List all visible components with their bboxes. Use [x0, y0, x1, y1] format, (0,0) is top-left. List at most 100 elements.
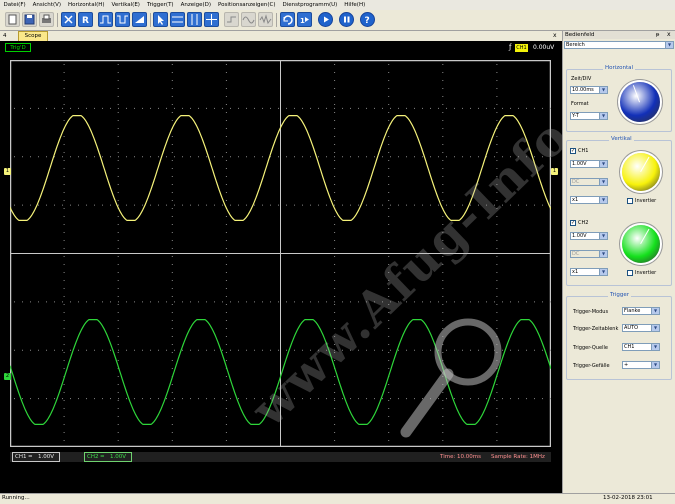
datetime-text: 13-02-2018 23:01 — [603, 495, 653, 501]
ch1-enable-checkbox[interactable]: ✓ — [570, 148, 576, 154]
trigger-zeitablenk-label: Trigger-Zeitablenk — [573, 326, 619, 332]
pause-icon[interactable] — [339, 12, 354, 27]
zoom-fit-icon[interactable] — [61, 12, 76, 27]
menu-item-1[interactable]: Ansicht(V) — [29, 2, 64, 8]
ch2-volts-select[interactable]: 1.00V ▼ — [570, 232, 608, 240]
ch2-probe-select[interactable]: x1 ▼ — [570, 268, 608, 276]
ch1-coupling-symbol: = — [28, 454, 33, 460]
ch1-name: CH1 — [15, 454, 27, 460]
vertical-cursor-icon[interactable] — [187, 12, 202, 27]
trigger-edge-icon: ƒ — [509, 43, 512, 51]
panel-close-icon[interactable]: x — [667, 31, 671, 39]
sine-wave-icon[interactable] — [241, 12, 256, 27]
ch2-invert-label: Invertier — [635, 270, 657, 276]
ch2-name: CH2 — [87, 454, 99, 460]
horizontal-group-title: Horizontal — [603, 65, 636, 71]
trigger-quelle-select[interactable]: CH1 ▼ — [622, 343, 660, 351]
run-status-text: Running... — [2, 495, 30, 501]
horizontal-cursor-icon[interactable] — [170, 12, 185, 27]
pulse-fall-icon[interactable] — [115, 12, 130, 27]
menu-item-7[interactable]: Dienstprogramm(U) — [279, 2, 341, 8]
toolbar: R 1 ? — [0, 10, 675, 31]
ch2-scale-readout: 1.00V — [110, 454, 127, 460]
menu-item-2[interactable]: Horizontal(H) — [65, 2, 109, 8]
ch1-label: CH1 — [578, 148, 589, 154]
ch1-offset-marker[interactable]: 1 — [4, 168, 11, 175]
dropdown-arrow-icon: ▼ — [599, 113, 607, 119]
pin-icon[interactable]: ᵽ — [656, 31, 659, 39]
ch2-coupling-symbol: = — [100, 454, 105, 460]
magnifier-watermark-icon — [400, 318, 502, 438]
menu-item-5[interactable]: Anzeige(D) — [177, 2, 214, 8]
play-icon[interactable] — [318, 12, 333, 27]
ch2-volts-knob[interactable] — [622, 225, 660, 263]
trigger-gefaelle-select[interactable]: + ▼ — [622, 361, 660, 369]
timebase-knob[interactable] — [620, 82, 660, 122]
tab-strip — [0, 31, 562, 41]
auto-set-icon[interactable] — [280, 12, 295, 27]
format-label: Format — [571, 101, 589, 107]
trigger-modus-select[interactable]: Flanke ▼ — [622, 307, 660, 315]
ch1-probe-select[interactable]: x1 ▼ — [570, 196, 608, 204]
trigger-zeitablenk-select[interactable]: AUTO ▼ — [622, 324, 660, 332]
panel-title: Bedienfeld — [565, 32, 595, 38]
ch1-invert-checkbox[interactable] — [627, 198, 633, 204]
trigger-gefaelle-label: Trigger-Gefälle — [573, 363, 610, 369]
new-file-icon[interactable] — [5, 12, 20, 27]
ch2-offset-marker[interactable]: 2 — [4, 373, 11, 380]
cross-cursor-icon[interactable] — [204, 12, 219, 27]
dropdown-arrow-icon: ▼ — [599, 179, 607, 185]
panel-mode-select[interactable]: Bereich ▼ — [564, 41, 674, 49]
trigger-quelle-label: Trigger-Quelle — [573, 345, 608, 351]
dropdown-arrow-icon: ▼ — [651, 325, 659, 331]
noise-wave-icon[interactable] — [258, 12, 273, 27]
step-wave-icon[interactable] — [224, 12, 239, 27]
menu-item-6[interactable]: Positionsanzeigen(C) — [215, 2, 279, 8]
zeitdiv-select[interactable]: 10.00ms ▼ — [570, 86, 608, 94]
menu-item-8[interactable]: Hilfe(H) — [341, 2, 369, 8]
trigger-modus-label: Trigger-Modus — [573, 309, 609, 315]
ramp-icon[interactable] — [132, 12, 147, 27]
single-shot-icon[interactable]: 1 — [297, 12, 312, 27]
zeitdiv-label: Zeit/DIV — [571, 76, 592, 82]
save-icon[interactable] — [22, 12, 37, 27]
ch1-invert-label: Invertier — [635, 198, 657, 204]
menu-item-3[interactable]: Vertikal(E) — [108, 2, 143, 8]
tab-close-icon[interactable]: x — [553, 31, 557, 41]
trigger-group-title: Trigger — [608, 292, 631, 298]
ch2-invert-checkbox[interactable] — [627, 270, 633, 276]
run-r-icon[interactable]: R — [78, 12, 93, 27]
tab-scroll-left-icon[interactable]: 4 — [3, 31, 7, 41]
trig-state-label: Trig'D — [5, 43, 31, 52]
dropdown-arrow-icon: ▼ — [651, 362, 659, 368]
ch1-coupling-select[interactable]: DC ▼ — [570, 178, 608, 186]
svg-text:1: 1 — [300, 17, 305, 25]
dropdown-arrow-icon: ▼ — [599, 197, 607, 203]
help-icon[interactable]: ? — [360, 12, 375, 27]
format-select[interactable]: Y-T ▼ — [570, 112, 608, 120]
menu-item-0[interactable]: Datei(F) — [0, 2, 29, 8]
menu-bar: Datei(F) Ansicht(V) Horizontal(H) Vertikal(… — [0, 0, 675, 10]
tab-scope[interactable]: Scope — [18, 31, 48, 41]
ch2-label: CH2 — [578, 220, 589, 226]
ch1-scale-readout: 1.00V — [38, 454, 55, 460]
ch1-volts-knob[interactable] — [622, 153, 660, 191]
dropdown-arrow-icon: ▼ — [651, 308, 659, 314]
ch2-coupling-select[interactable]: DC ▼ — [570, 250, 608, 258]
ch1-volts-select[interactable]: 1.00V ▼ — [570, 160, 608, 168]
dropdown-arrow-icon: ▼ — [599, 269, 607, 275]
svg-text:?: ? — [365, 16, 370, 26]
svg-text:R: R — [82, 16, 89, 26]
dropdown-arrow-icon: ▼ — [599, 251, 607, 257]
time-readout: Time: 10.00ms — [440, 454, 482, 460]
dropdown-arrow-icon: ▼ — [665, 42, 673, 48]
ch2-enable-checkbox[interactable]: ✓ — [570, 220, 576, 226]
menu-item-4[interactable]: Trigger(T) — [143, 2, 177, 8]
pulse-rise-icon[interactable] — [98, 12, 113, 27]
print-icon[interactable] — [39, 12, 54, 27]
cursor-icon[interactable] — [153, 12, 168, 27]
dropdown-arrow-icon: ▼ — [599, 87, 607, 93]
trigger-level-readout: 0.00uV — [533, 44, 555, 51]
dropdown-arrow-icon: ▼ — [599, 233, 607, 239]
vertikal-group-title: Vertikal — [609, 136, 634, 142]
